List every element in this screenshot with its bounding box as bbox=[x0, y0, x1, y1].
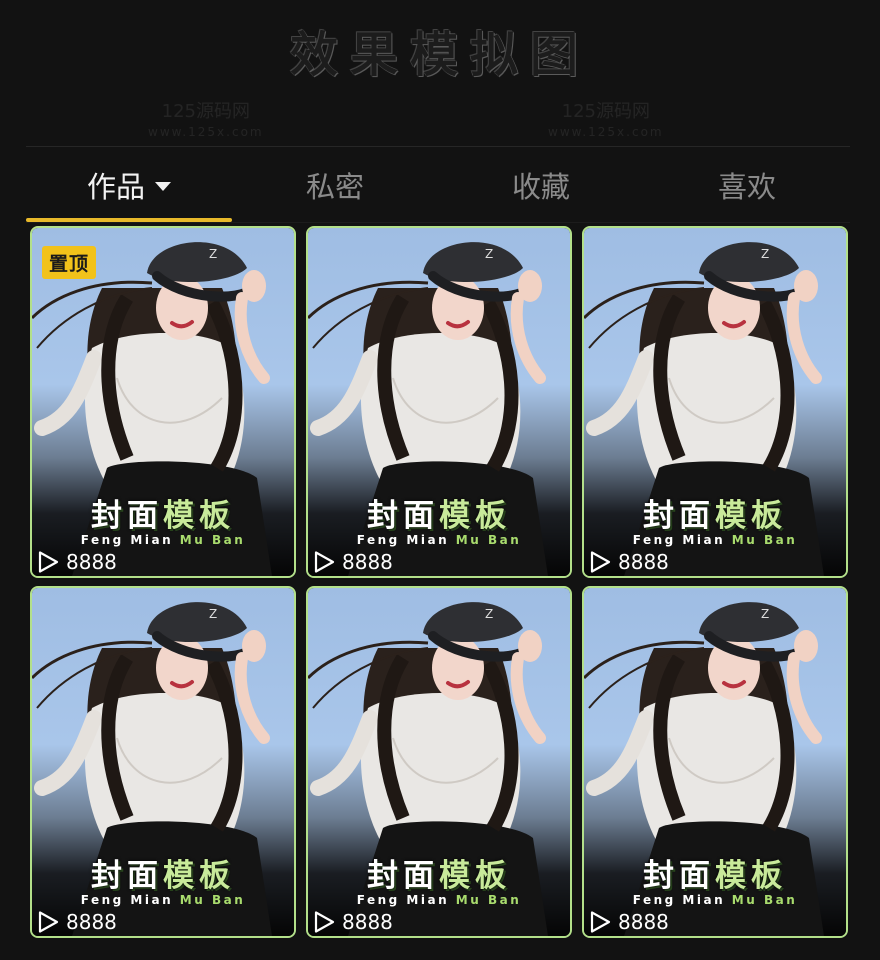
cover-title-text: 封面 bbox=[91, 858, 163, 894]
cover-title: 封面模板 bbox=[308, 850, 570, 895]
cover-subtitle-text: Feng Mian bbox=[632, 893, 726, 907]
tab-private[interactable]: 私密 bbox=[232, 148, 438, 222]
cover-title-text: 封面 bbox=[643, 498, 715, 534]
play-count: 8888 bbox=[588, 548, 669, 576]
cover-title-accent: 模板 bbox=[439, 858, 511, 894]
cover-subtitle-accent: Mu Ban bbox=[455, 893, 522, 907]
cover-title-accent: 模板 bbox=[439, 498, 511, 534]
play-count-value: 8888 bbox=[618, 550, 669, 574]
cover-title-accent: 模板 bbox=[163, 858, 235, 894]
cover-title: 封面模板 bbox=[32, 850, 294, 895]
tab-favorites[interactable]: 收藏 bbox=[438, 148, 644, 222]
cover-subtitle: Feng Mian Mu Ban bbox=[308, 533, 570, 547]
play-icon bbox=[314, 911, 335, 933]
divider bbox=[26, 222, 850, 223]
watermark-text: 125源码网 bbox=[561, 101, 650, 122]
video-card[interactable]: Z 封面模板 Feng Mian Mu Ban 8888 bbox=[582, 586, 848, 938]
video-card[interactable]: Z 封面模板 Feng Mian Mu Ban 8888 bbox=[582, 226, 848, 578]
svg-text:Z: Z bbox=[209, 247, 217, 261]
cover-subtitle: Feng Mian Mu Ban bbox=[32, 533, 294, 547]
profile-works-page: 效果模拟图 125源码网 www.125x.com 125源码网 www.125… bbox=[0, 0, 880, 960]
play-icon bbox=[590, 551, 611, 573]
play-icon bbox=[38, 911, 59, 933]
caret-down-icon[interactable] bbox=[155, 181, 171, 191]
cover-subtitle-text: Feng Mian bbox=[632, 533, 726, 547]
play-count: 8888 bbox=[588, 908, 669, 936]
play-count: 8888 bbox=[312, 548, 393, 576]
play-count: 8888 bbox=[36, 908, 117, 936]
cover-title: 封面模板 bbox=[584, 490, 846, 535]
tab-likes[interactable]: 喜欢 bbox=[644, 148, 850, 222]
play-count: 8888 bbox=[36, 548, 117, 576]
cover-subtitle-text: Feng Mian bbox=[356, 893, 450, 907]
tab-works[interactable]: 作品 bbox=[26, 148, 232, 222]
watermark-url: www.125x.com bbox=[148, 125, 264, 139]
tab-label: 作品 bbox=[86, 170, 145, 204]
cover-title: 封面模板 bbox=[32, 490, 294, 535]
play-icon bbox=[590, 911, 611, 933]
cover-title-text: 封面 bbox=[91, 498, 163, 534]
watermark: 125源码网 www.125x.com bbox=[148, 102, 264, 142]
page-title: 效果模拟图 bbox=[289, 27, 590, 83]
video-card[interactable]: Z 封面模板 Feng Mian Mu Ban 8888 bbox=[306, 586, 572, 938]
svg-text:Z: Z bbox=[485, 607, 493, 621]
tab-label: 私密 bbox=[305, 170, 364, 204]
video-card[interactable]: Z 封面模板 Feng Mian Mu Ban 8888 bbox=[306, 226, 572, 578]
cover-title-accent: 模板 bbox=[163, 498, 235, 534]
cover-subtitle-accent: Mu Ban bbox=[731, 893, 798, 907]
watermark: 125源码网 www.125x.com bbox=[548, 102, 664, 142]
play-count: 8888 bbox=[312, 908, 393, 936]
svg-text:Z: Z bbox=[209, 607, 217, 621]
cover-title: 封面模板 bbox=[584, 850, 846, 895]
video-card[interactable]: Z 封面模板 Feng Mian Mu Ban 8888 bbox=[30, 586, 296, 938]
header: 效果模拟图 bbox=[0, 0, 880, 100]
svg-text:Z: Z bbox=[761, 247, 769, 261]
play-count-value: 8888 bbox=[618, 910, 669, 934]
play-count-value: 8888 bbox=[342, 910, 393, 934]
cover-subtitle-text: Feng Mian bbox=[80, 533, 174, 547]
cover-title-text: 封面 bbox=[367, 858, 439, 894]
tab-label: 收藏 bbox=[511, 170, 570, 204]
cover-title-accent: 模板 bbox=[715, 858, 787, 894]
play-count-value: 8888 bbox=[66, 910, 117, 934]
cover-subtitle-text: Feng Mian bbox=[356, 533, 450, 547]
cover-subtitle: Feng Mian Mu Ban bbox=[584, 533, 846, 547]
svg-text:Z: Z bbox=[761, 607, 769, 621]
cover-subtitle: Feng Mian Mu Ban bbox=[308, 893, 570, 907]
cover-subtitle-accent: Mu Ban bbox=[455, 533, 522, 547]
video-card[interactable]: Z 置顶 封面模板 Feng Mian Mu Ban 8888 bbox=[30, 226, 296, 578]
cover-subtitle-accent: Mu Ban bbox=[731, 533, 798, 547]
cover-subtitle-text: Feng Mian bbox=[80, 893, 174, 907]
cover-subtitle: Feng Mian Mu Ban bbox=[584, 893, 846, 907]
cover-subtitle: Feng Mian Mu Ban bbox=[32, 893, 294, 907]
tab-label: 喜欢 bbox=[717, 170, 776, 204]
cover-title-text: 封面 bbox=[367, 498, 439, 534]
pinned-badge: 置顶 bbox=[42, 246, 97, 279]
play-icon bbox=[314, 551, 335, 573]
svg-text:Z: Z bbox=[485, 247, 493, 261]
cover-title: 封面模板 bbox=[308, 490, 570, 535]
cover-title-text: 封面 bbox=[643, 858, 715, 894]
cover-subtitle-accent: Mu Ban bbox=[179, 533, 246, 547]
watermark-url: www.125x.com bbox=[548, 125, 664, 139]
cover-subtitle-accent: Mu Ban bbox=[179, 893, 246, 907]
divider bbox=[26, 146, 850, 147]
tab-bar: 作品 私密 收藏 喜欢 bbox=[26, 148, 850, 222]
play-count-value: 8888 bbox=[66, 550, 117, 574]
watermark-text: 125源码网 bbox=[161, 101, 250, 122]
cover-title-accent: 模板 bbox=[715, 498, 787, 534]
play-count-value: 8888 bbox=[342, 550, 393, 574]
play-icon bbox=[38, 551, 59, 573]
